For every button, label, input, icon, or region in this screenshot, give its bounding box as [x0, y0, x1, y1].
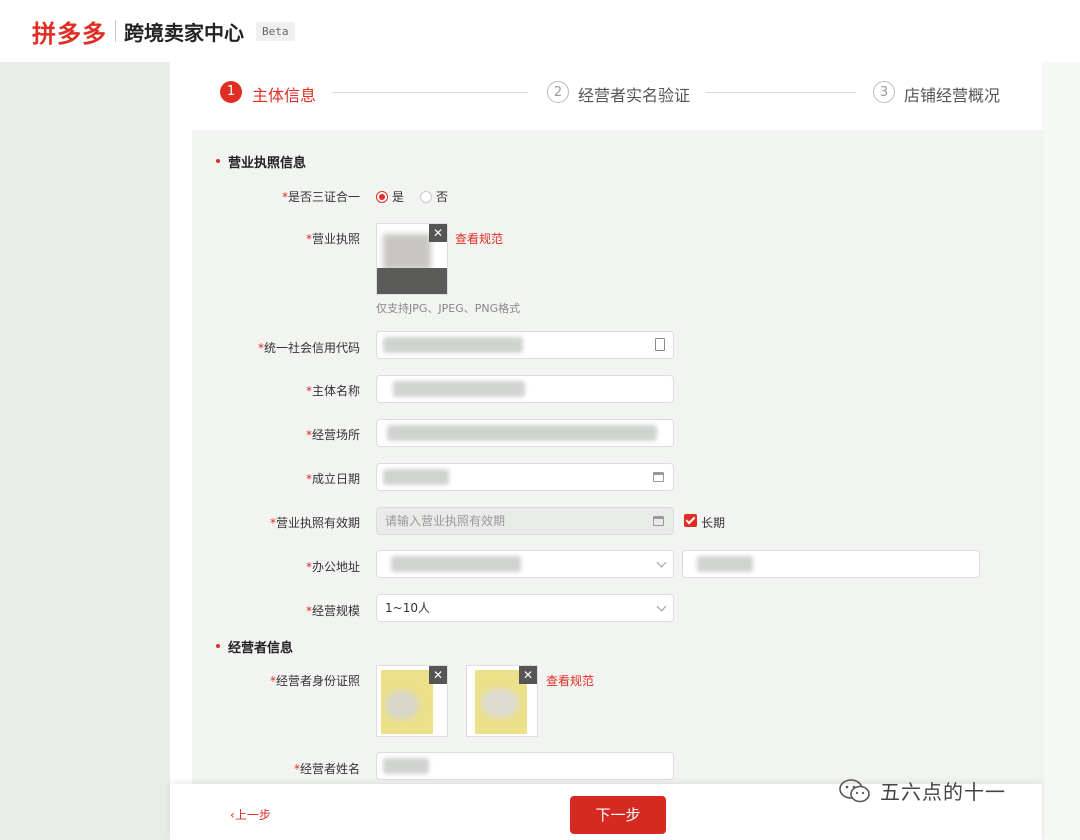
step-1-label: 主体信息 [252, 86, 317, 105]
office-detail-input[interactable] [682, 550, 980, 578]
office-address-label: *办公地址 [305, 560, 360, 574]
app-title: 跨境卖家中心 [124, 20, 244, 45]
long-term-checkbox[interactable] [684, 514, 697, 527]
step-indicator: 1 主体信息 2 经营者实名验证 3 店铺经营概况 [220, 80, 1010, 106]
view-spec-link[interactable]: 查看规范 [546, 672, 594, 689]
header-divider [115, 20, 116, 42]
view-spec-link[interactable]: 查看规范 [455, 230, 503, 247]
registration-form: 营业执照信息 *是否三证合一 是 否 *营业执照 ✕ 查看规范 仅支持JPG、J… [192, 130, 1044, 840]
license-label: *营业执照 [305, 232, 360, 246]
entity-name-input[interactable] [376, 375, 674, 403]
remove-icon[interactable]: ✕ [519, 666, 537, 684]
three-in-one-label: *是否三证合一 [281, 190, 360, 204]
step-1-number: 1 [220, 81, 242, 103]
calendar-icon[interactable] [653, 472, 664, 482]
operator-name-label: *经营者姓名 [293, 762, 360, 776]
prev-step-button[interactable]: ‹上一步 [230, 806, 271, 823]
id-back-thumbnail[interactable]: ✕ [466, 665, 538, 737]
top-header: 拼多多 跨境卖家中心 Beta [0, 0, 1080, 62]
calendar-icon[interactable] [653, 516, 664, 526]
beta-badge: Beta [256, 21, 295, 41]
long-term-label: 长期 [701, 516, 726, 530]
id-card-icon[interactable] [655, 338, 665, 351]
chevron-down-icon [656, 601, 667, 612]
step-3-label: 店铺经营概况 [904, 86, 1001, 105]
remove-icon[interactable]: ✕ [429, 666, 447, 684]
radio-no-label: 否 [436, 190, 449, 204]
section-title-operator: 经营者信息 [228, 641, 294, 656]
operator-name-input[interactable] [376, 752, 674, 780]
scale-value: 1~10人 [385, 601, 430, 615]
office-region-select[interactable] [376, 550, 674, 578]
next-step-button[interactable]: 下一步 [570, 796, 666, 834]
license-thumbnail[interactable]: ✕ [376, 223, 448, 295]
biz-place-label: *经营场所 [305, 428, 360, 442]
radio-yes-label: 是 [392, 190, 405, 204]
main-panel: 1 主体信息 2 经营者实名验证 3 店铺经营概况 营业执照信息 *是否三证合一… [170, 62, 1044, 840]
step-2-label: 经营者实名验证 [578, 86, 691, 105]
entity-name-label: *主体名称 [305, 384, 360, 398]
format-hint: 仅支持JPG、JPEG、PNG格式 [376, 302, 521, 315]
radio-yes[interactable] [376, 191, 388, 203]
radio-no[interactable] [420, 191, 432, 203]
pinduoduo-logo[interactable]: 拼多多 [32, 14, 107, 49]
scale-label: *经营规模 [305, 604, 360, 618]
scale-select[interactable]: 1~10人 [376, 594, 674, 622]
validity-label: *营业执照有效期 [269, 516, 360, 530]
step-3-number: 3 [873, 81, 895, 103]
id-photo-label: *经营者身份证照 [269, 674, 360, 688]
chevron-down-icon [656, 557, 667, 568]
section-title-license: 营业执照信息 [228, 156, 307, 171]
validity-input[interactable]: 请输入营业执照有效期 [376, 507, 674, 535]
step-2-number: 2 [547, 81, 569, 103]
wechat-icon [838, 778, 872, 804]
credit-code-input[interactable] [376, 331, 674, 359]
step-connector [706, 92, 856, 93]
credit-code-label: *统一社会信用代码 [257, 341, 360, 355]
section-bullet [216, 644, 220, 648]
left-background [0, 62, 170, 840]
validity-placeholder: 请输入营业执照有效期 [385, 514, 506, 528]
step-connector [332, 92, 528, 93]
watermark: 五六点的十一 [838, 776, 1006, 805]
id-front-thumbnail[interactable]: ✕ [376, 665, 448, 737]
section-bullet [216, 159, 220, 163]
biz-place-input[interactable] [376, 419, 674, 447]
remove-icon[interactable]: ✕ [429, 224, 447, 242]
right-background [1042, 62, 1080, 840]
found-date-input[interactable] [376, 463, 674, 491]
found-date-label: *成立日期 [305, 472, 360, 486]
watermark-text: 五六点的十一 [880, 780, 1006, 804]
